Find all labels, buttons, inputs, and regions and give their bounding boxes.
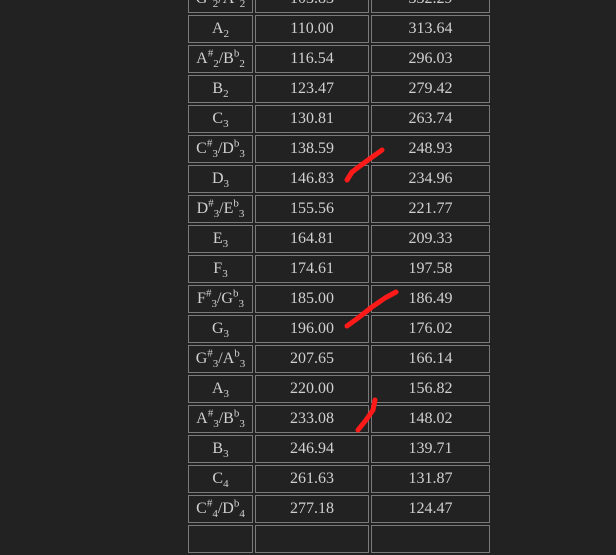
wavelength-cell: 296.03 <box>371 45 490 73</box>
note-frequency-table: G#2/Ab2103.83332.29A2110.00313.64A#2/Bb2… <box>186 0 492 555</box>
wavelength-cell: 124.47 <box>371 495 490 523</box>
wavelength-cell: 197.58 <box>371 255 490 283</box>
note-name-cell: F#3/Gb3 <box>188 285 253 313</box>
table-row: C#4/Db4 277.18 124.47 <box>188 495 490 523</box>
note-name-cell: C#4/Db4 <box>188 495 253 523</box>
note-name-cell: B2 <box>188 75 253 103</box>
note-name-cell: C3 <box>188 105 253 133</box>
wavelength-cell: 234.96 <box>371 165 490 193</box>
note-name-cell: A#2/Bb2 <box>188 45 253 73</box>
frequency-cell: 103.83 <box>255 0 369 13</box>
table-row: A#3/Bb3 233.08 148.02 <box>188 405 490 433</box>
frequency-cell: 138.59 <box>255 135 369 163</box>
wavelength-cell <box>371 525 490 553</box>
frequency-cell: 261.63 <box>255 465 369 493</box>
frequency-cell: 233.08 <box>255 405 369 433</box>
table-row: C4 261.63 131.87 <box>188 465 490 493</box>
note-name-cell: G3 <box>188 315 253 343</box>
wavelength-cell: 131.87 <box>371 465 490 493</box>
frequency-cell: 246.94 <box>255 435 369 463</box>
note-name-cell: G#3/Ab3 <box>188 345 253 373</box>
frequency-cell: 146.83 <box>255 165 369 193</box>
note-name-cell: A#3/Bb3 <box>188 405 253 433</box>
frequency-cell: 110.00 <box>255 15 369 43</box>
note-name-cell: F3 <box>188 255 253 283</box>
frequency-cell: 123.47 <box>255 75 369 103</box>
table-row: B3 246.94 139.71 <box>188 435 490 463</box>
note-frequency-table-container: G#2/Ab2103.83332.29A2110.00313.64A#2/Bb2… <box>186 0 492 555</box>
wavelength-cell: 332.29 <box>371 0 490 13</box>
frequency-cell: 207.65 <box>255 345 369 373</box>
wavelength-cell: 156.82 <box>371 375 490 403</box>
table-row: A#2/Bb2 116.54 296.03 <box>188 45 490 73</box>
note-name-cell: D3 <box>188 165 253 193</box>
frequency-cell: 220.00 <box>255 375 369 403</box>
table-row: G3 196.00 176.02 <box>188 315 490 343</box>
note-name-cell: C4 <box>188 465 253 493</box>
note-name-cell <box>188 525 253 553</box>
table-body: G#2/Ab2103.83332.29A2110.00313.64A#2/Bb2… <box>188 0 490 553</box>
table-row: A2 110.00 313.64 <box>188 15 490 43</box>
table-row: C3 130.81 263.74 <box>188 105 490 133</box>
wavelength-cell: 148.02 <box>371 405 490 433</box>
wavelength-cell: 279.42 <box>371 75 490 103</box>
table-row: G#3/Ab3 207.65 166.14 <box>188 345 490 373</box>
note-name-cell: B3 <box>188 435 253 463</box>
frequency-cell: 174.61 <box>255 255 369 283</box>
table-row: F#3/Gb3 185.00 186.49 <box>188 285 490 313</box>
frequency-cell: 164.81 <box>255 225 369 253</box>
note-name-cell: C#3/Db3 <box>188 135 253 163</box>
wavelength-cell: 313.64 <box>371 15 490 43</box>
table-row: B2 123.47 279.42 <box>188 75 490 103</box>
note-name-cell: G#2/Ab2 <box>188 0 253 13</box>
wavelength-cell: 186.49 <box>371 285 490 313</box>
table-row: C#3/Db3 138.59 248.93 <box>188 135 490 163</box>
table-row <box>188 525 490 553</box>
table-row: F3 174.61 197.58 <box>188 255 490 283</box>
frequency-cell: 130.81 <box>255 105 369 133</box>
wavelength-cell: 176.02 <box>371 315 490 343</box>
table-row: D#3/Eb3 155.56 221.77 <box>188 195 490 223</box>
frequency-cell: 155.56 <box>255 195 369 223</box>
note-name-cell: E3 <box>188 225 253 253</box>
wavelength-cell: 166.14 <box>371 345 490 373</box>
wavelength-cell: 248.93 <box>371 135 490 163</box>
frequency-cell <box>255 525 369 553</box>
note-name-cell: A2 <box>188 15 253 43</box>
note-name-cell: D#3/Eb3 <box>188 195 253 223</box>
frequency-cell: 116.54 <box>255 45 369 73</box>
note-name-cell: A3 <box>188 375 253 403</box>
table-row: D3 146.83 234.96 <box>188 165 490 193</box>
table-row: E3 164.81 209.33 <box>188 225 490 253</box>
table-row: G#2/Ab2103.83332.29 <box>188 0 490 13</box>
wavelength-cell: 263.74 <box>371 105 490 133</box>
table-row: A3 220.00 156.82 <box>188 375 490 403</box>
frequency-cell: 196.00 <box>255 315 369 343</box>
wavelength-cell: 139.71 <box>371 435 490 463</box>
wavelength-cell: 221.77 <box>371 195 490 223</box>
frequency-cell: 277.18 <box>255 495 369 523</box>
frequency-cell: 185.00 <box>255 285 369 313</box>
wavelength-cell: 209.33 <box>371 225 490 253</box>
